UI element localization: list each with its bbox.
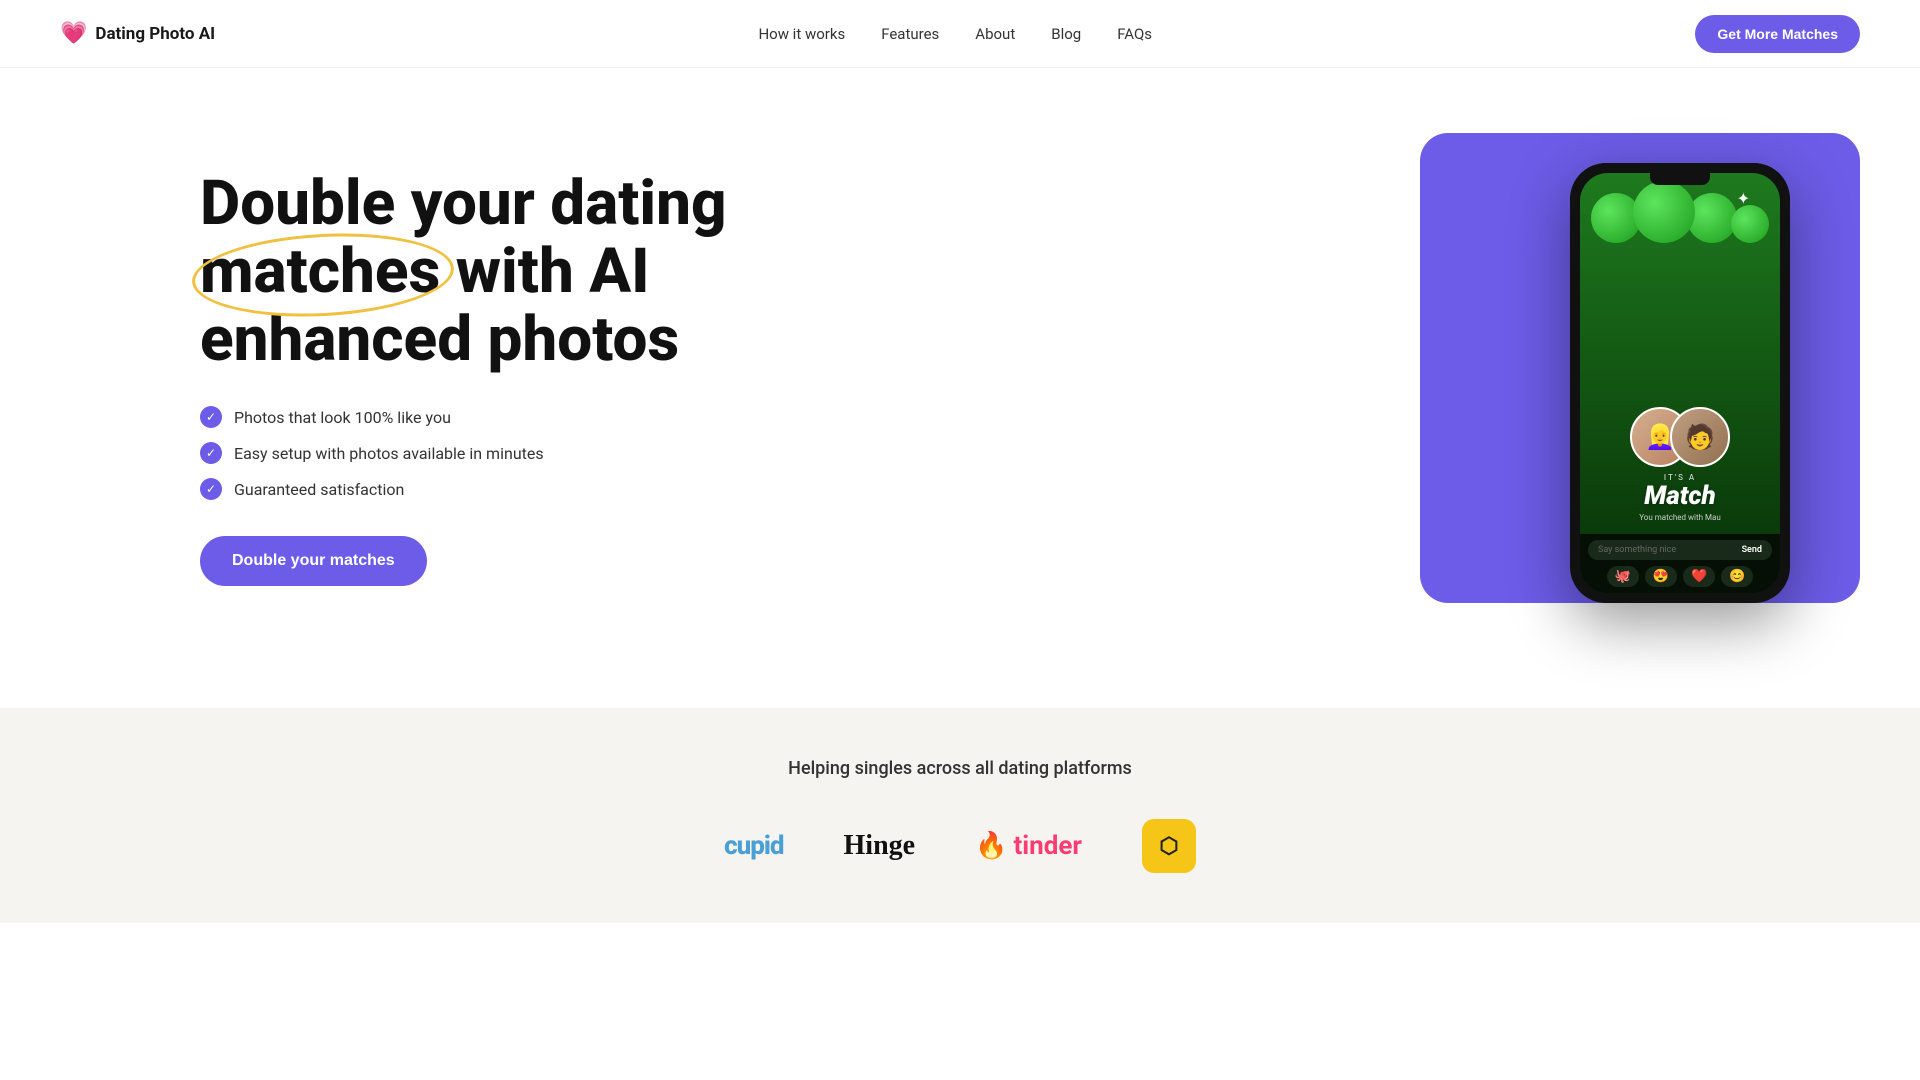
match-avatars: 👱‍♀️ 🧑 — [1630, 407, 1730, 467]
hero-title: Double your dating matches with AI enhan… — [200, 170, 727, 375]
phone-notch — [1650, 173, 1710, 185]
nav-link-how-it-works[interactable]: How it works — [758, 25, 845, 43]
cupid-rest: upid — [737, 831, 784, 861]
hero-title-highlight: matches — [200, 238, 440, 306]
nav-link-blog[interactable]: Blog — [1051, 25, 1081, 43]
message-placeholder-text: Say something nice — [1598, 545, 1736, 555]
emoji-3: ❤️ — [1683, 566, 1715, 587]
emoji-row: 🐙 😍 ❤️ 😊 — [1588, 566, 1772, 587]
phone-screen: ✦ 👱‍♀️ 🧑 IT'S A Match You matched with M… — [1580, 173, 1780, 593]
bumble-icon: ⬡ — [1159, 834, 1178, 859]
bubble-extra-right — [1731, 205, 1769, 243]
hero-checklist: ✓ Photos that look 100% like you ✓ Easy … — [200, 406, 727, 500]
emoji-4: 😊 — [1721, 566, 1753, 587]
hero-title-line2: with AI — [440, 235, 649, 308]
check-icon-2: ✓ — [200, 442, 222, 464]
nav-link-features[interactable]: Features — [881, 25, 939, 43]
hero-section: Double your dating matches with AI enhan… — [0, 68, 1920, 688]
phone-device: ✦ 👱‍♀️ 🧑 IT'S A Match You matched with M… — [1570, 163, 1790, 603]
logo-heart-icon: 💗 — [60, 21, 87, 46]
tinder-logo: 🔥 tinder — [975, 831, 1082, 861]
bumble-logo: ⬡ — [1142, 819, 1196, 873]
hinge-logo: Hinge — [844, 830, 916, 862]
emoji-1: 🐙 — [1607, 566, 1639, 587]
you-matched-text: You matched with Mau — [1639, 513, 1721, 522]
platform-logos: cupid Hinge 🔥 tinder ⬡ — [60, 819, 1860, 873]
platforms-section: Helping singles across all dating platfo… — [0, 708, 1920, 923]
checklist-item-1: ✓ Photos that look 100% like you — [200, 406, 727, 428]
match-text: IT'S A Match You matched with Mau — [1631, 473, 1729, 526]
cupid-logo: cupid — [724, 831, 783, 861]
checklist-item-3: ✓ Guaranteed satisfaction — [200, 478, 727, 500]
send-button-text: Send — [1742, 545, 1762, 555]
emoji-2: 😍 — [1645, 566, 1677, 587]
message-bar: Say something nice Send — [1588, 540, 1772, 560]
nav-cta-button[interactable]: Get More Matches — [1695, 15, 1860, 53]
hero-text: Double your dating matches with AI enhan… — [200, 170, 727, 587]
phone-mockup-container: ✦ 👱‍♀️ 🧑 IT'S A Match You matched with M… — [1380, 133, 1860, 623]
sparkle-icon: ✦ — [1737, 189, 1750, 208]
logo-text: Dating Photo AI — [95, 24, 215, 44]
match-word: Match — [1639, 482, 1721, 511]
check-icon-3: ✓ — [200, 478, 222, 500]
hero-title-line1: Double your dating — [200, 167, 727, 240]
phone-screen-top: ✦ 👱‍♀️ 🧑 IT'S A Match You matched with M… — [1580, 173, 1780, 534]
check-icon-1: ✓ — [200, 406, 222, 428]
cupid-c-icon: c — [724, 831, 737, 861]
tinder-flame-icon: 🔥 — [975, 831, 1007, 861]
tinder-text: tinder — [1013, 831, 1081, 861]
phone-screen-bottom: Say something nice Send 🐙 😍 ❤️ 😊 — [1580, 534, 1780, 593]
hero-cta-button[interactable]: Double your matches — [200, 536, 427, 586]
bubble-right — [1687, 193, 1737, 243]
nav-link-faqs[interactable]: FAQs — [1117, 25, 1152, 43]
navbar: 💗 Dating Photo AI How it works Features … — [0, 0, 1920, 68]
nav-link-about[interactable]: About — [975, 25, 1015, 43]
phone-outer-shell: ✦ 👱‍♀️ 🧑 IT'S A Match You matched with M… — [1570, 163, 1790, 603]
platforms-heading: Helping singles across all dating platfo… — [60, 758, 1860, 779]
nav-logo[interactable]: 💗 Dating Photo AI — [60, 21, 215, 46]
bubble-center — [1633, 181, 1695, 243]
checklist-item-2: ✓ Easy setup with photos available in mi… — [200, 442, 727, 464]
avatar-male: 🧑 — [1670, 407, 1730, 467]
nav-links: How it works Features About Blog FAQs — [758, 24, 1152, 43]
